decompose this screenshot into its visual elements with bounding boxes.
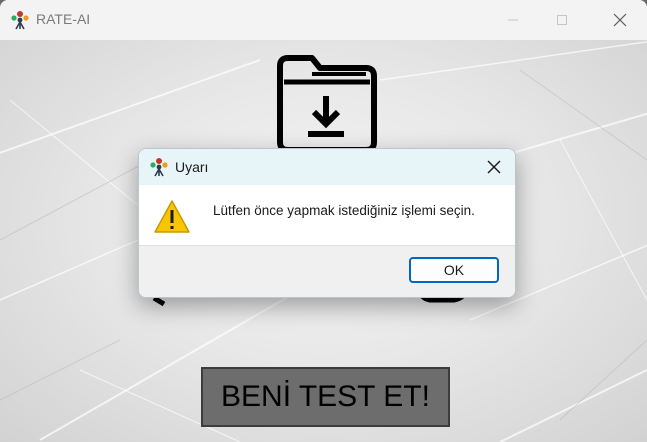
dialog-footer: OK <box>139 245 515 297</box>
close-button[interactable] <box>597 0 643 40</box>
dialog-close-button[interactable] <box>473 149 515 185</box>
test-me-button[interactable]: BENİ TEST ET! <box>201 367 450 427</box>
window-titlebar[interactable]: RATE-AI <box>0 0 647 40</box>
ok-button[interactable]: OK <box>409 257 499 283</box>
rate-ai-app-icon <box>11 11 29 30</box>
close-icon <box>613 13 627 27</box>
maximize-button[interactable] <box>539 0 585 40</box>
warning-triangle-icon <box>154 200 190 233</box>
rate-ai-app-icon <box>150 158 168 177</box>
minimize-icon <box>508 19 518 21</box>
minimize-button[interactable] <box>490 0 536 40</box>
window-title: RATE-AI <box>36 11 91 27</box>
dialog-title: Uyarı <box>175 159 209 175</box>
folder-download-icon[interactable] <box>274 52 378 152</box>
warning-dialog: Uyarı Lütfen önce yapmak istediğiniz işl… <box>138 148 516 298</box>
dialog-body: Lütfen önce yapmak istediğiniz işlemi se… <box>139 185 515 245</box>
close-icon <box>487 160 501 174</box>
dialog-message: Lütfen önce yapmak istediğiniz işlemi se… <box>213 203 475 218</box>
dialog-titlebar[interactable]: Uyarı <box>139 149 515 185</box>
maximize-icon <box>557 15 567 25</box>
